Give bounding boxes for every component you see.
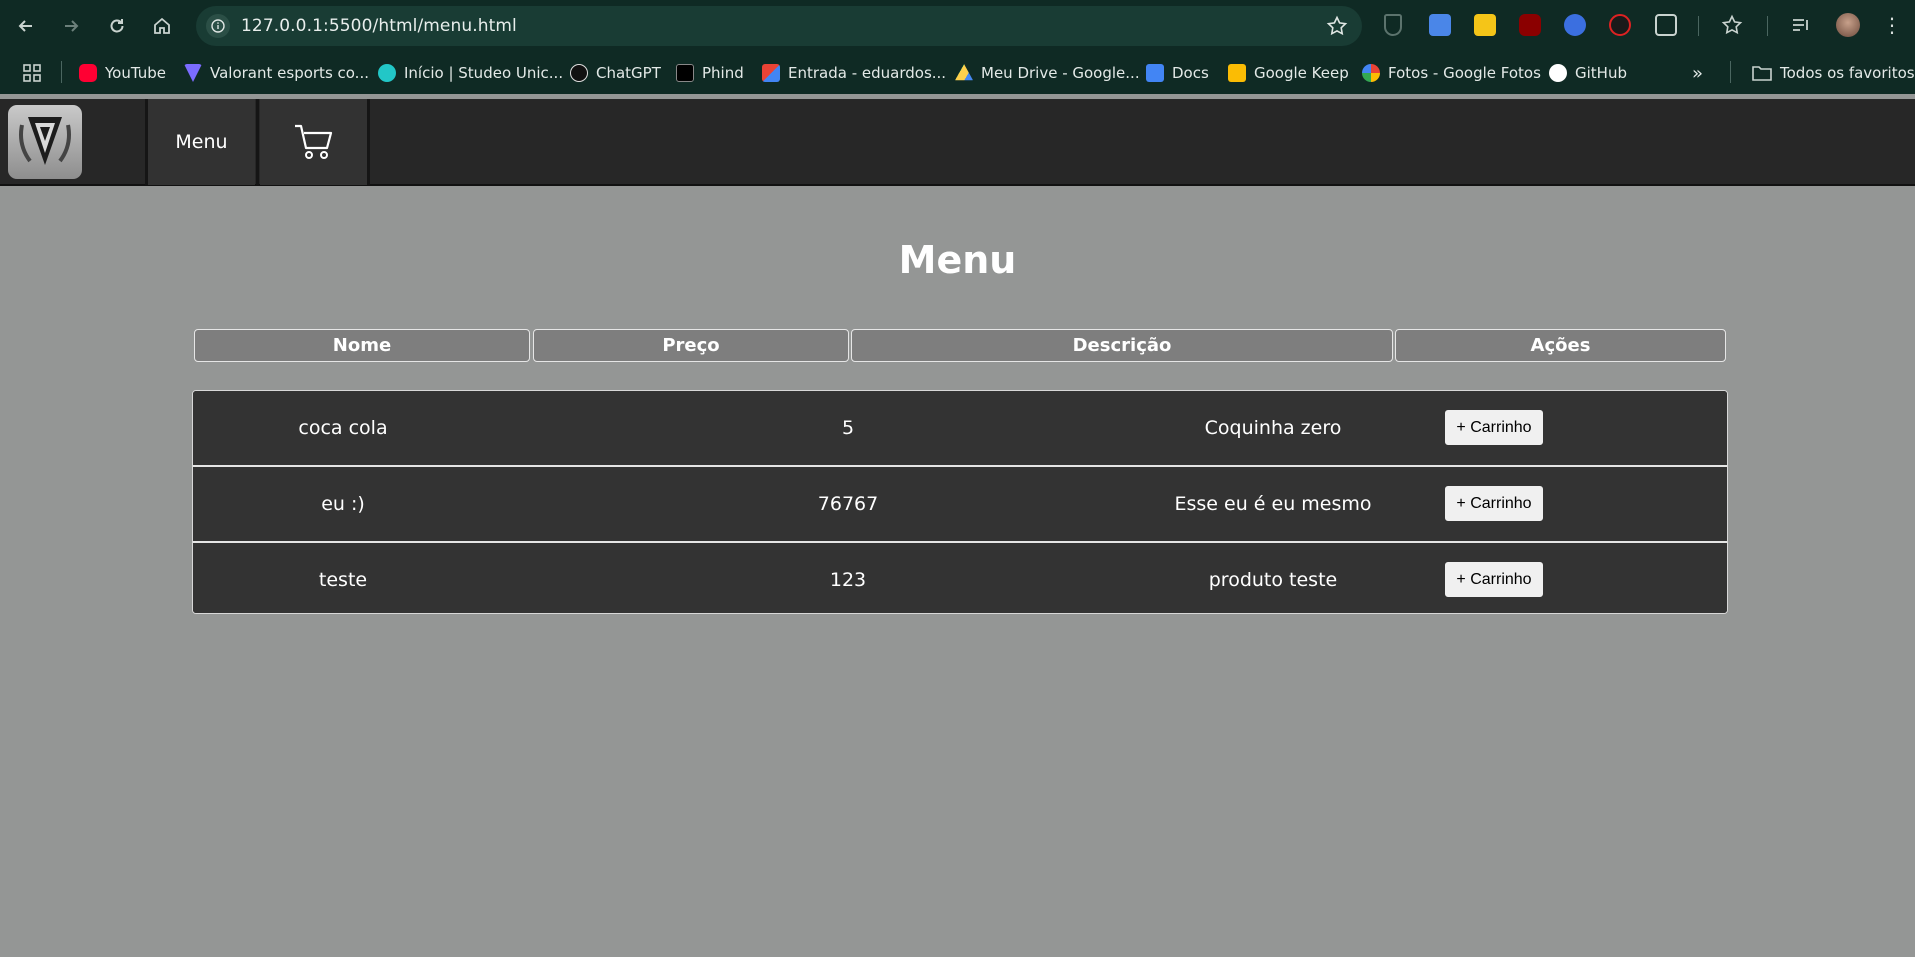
cell-descricao-text: produto teste [1208,569,1338,591]
cell-preco: 5 [841,417,855,439]
bookmark-google-photos[interactable]: Fotos - Google Fotos [1362,62,1541,84]
bookmarks-divider [1730,61,1731,83]
folder-icon [1752,66,1772,81]
bookmark-label: Google Keep [1254,64,1349,82]
bookmark-google-drive[interactable]: Meu Drive - Google... [955,62,1140,84]
table-row: teste 123 produto teste + Carrinho [193,543,1727,613]
apps-grid-icon[interactable] [22,62,42,84]
column-header-descricao: Descrição [851,329,1393,362]
url-text[interactable]: 127.0.0.1:5500/html/menu.html [241,16,517,36]
more-bookmarks-chevron-icon[interactable]: » [1692,62,1703,84]
toolbar-divider [1698,16,1699,36]
bookmark-google-keep[interactable]: Google Keep [1228,62,1349,84]
google-translate-icon[interactable] [1429,14,1451,36]
cell-preco: 76767 [817,493,879,515]
bookmark-github[interactable]: GitHub [1549,62,1627,84]
bookmark-label: Docs [1172,64,1209,82]
bookmark-star-icon[interactable] [1326,15,1348,37]
site-header: Menu [0,99,1915,186]
header-divider [256,99,259,185]
bookmark-label: Início | Studeo Unic... [404,64,564,82]
home-icon[interactable] [146,10,178,42]
site-info-icon[interactable] [206,14,230,38]
bookmark-phind[interactable]: Phind [676,62,744,84]
docs-extension-icon[interactable] [1564,14,1586,36]
acrobat-extension-icon[interactable] [1609,14,1631,36]
all-bookmarks-label: Todos os favoritos [1780,64,1915,82]
add-to-cart-button[interactable]: + Carrinho [1444,485,1544,522]
keep-extension-icon[interactable] [1474,14,1496,36]
cell-preco: 123 [829,569,867,591]
google-drive-icon [955,64,973,81]
bookmarks-bar: YouTube Valorant esports co... Início | … [0,52,1915,94]
address-bar[interactable]: 127.0.0.1:5500/html/menu.html [196,6,1362,46]
shield-extension-icon[interactable] [1384,14,1402,36]
cell-nome: coca cola [298,417,388,439]
youtube-icon [79,64,97,82]
browser-toolbar: 127.0.0.1:5500/html/menu.html ⋮ [0,0,1915,52]
toolbar-divider [1767,16,1768,36]
column-header-acoes: Ações [1395,329,1726,362]
shopping-cart-icon [294,124,332,159]
bookmark-label: YouTube [105,64,166,82]
cell-descricao-text: Coquinha zero [1204,417,1342,439]
cell-nome: teste [318,569,368,591]
more-menu-icon[interactable]: ⋮ [1882,12,1902,38]
ublock-origin-icon[interactable] [1519,14,1541,36]
bookmark-gmail[interactable]: Entrada - eduardos... [762,62,946,84]
bookmark-docs[interactable]: Docs [1146,62,1209,84]
menu-table-body: coca cola 5 Coquinha zero + Carrinho eu … [192,390,1728,614]
gmail-icon [762,64,780,82]
studeo-icon [378,64,396,82]
bookmark-label: Meu Drive - Google... [981,64,1140,82]
favorites-star-icon[interactable] [1721,14,1743,36]
bookmarks-divider [61,61,62,83]
cell-descricao: Coquinha zero [1073,391,1653,465]
page-title: Menu [898,238,1017,282]
back-icon[interactable] [10,10,42,42]
github-icon [1549,64,1567,82]
phind-icon [676,64,694,82]
column-header-preco: Preço [533,329,849,362]
bookmark-chatgpt[interactable]: ChatGPT [570,62,661,84]
bookmark-label: Entrada - eduardos... [788,64,947,82]
bookmark-label: Fotos - Google Fotos [1388,64,1541,82]
add-to-cart-button[interactable]: + Carrinho [1444,561,1544,598]
header-divider [367,99,370,185]
google-docs-icon [1146,64,1164,82]
extensions-puzzle-icon[interactable] [1655,14,1677,36]
nav-menu-link[interactable]: Menu [148,99,255,185]
bookmark-label: ChatGPT [596,64,661,82]
cell-nome: eu :) [321,493,365,515]
table-row: eu :) 76767 Esse eu é eu mesmo + Carrinh… [193,467,1727,541]
profile-avatar[interactable] [1836,13,1860,37]
table-row: coca cola 5 Coquinha zero + Carrinho [193,391,1727,465]
cell-descricao-text: Esse eu é eu mesmo [1174,493,1372,515]
chatgpt-icon [570,64,588,82]
reload-icon[interactable] [101,10,133,42]
valorant-logo-icon[interactable] [8,105,82,179]
cell-descricao: produto teste [1073,543,1653,613]
all-bookmarks-folder[interactable]: Todos os favoritos [1752,62,1915,84]
forward-icon[interactable] [55,10,87,42]
add-to-cart-button[interactable]: + Carrinho [1444,409,1544,446]
valorant-icon [184,64,202,82]
nav-cart-link[interactable] [260,99,367,185]
reading-list-icon[interactable] [1790,14,1812,36]
bookmark-valorant[interactable]: Valorant esports co... [184,62,369,84]
google-photos-icon [1362,64,1380,82]
bookmark-youtube[interactable]: YouTube [79,62,166,84]
cell-descricao: Esse eu é eu mesmo [1073,467,1653,541]
bookmark-label: Valorant esports co... [210,64,369,82]
column-header-nome: Nome [194,329,530,362]
bookmark-studeo[interactable]: Início | Studeo Unic... [378,62,563,84]
bookmark-label: GitHub [1575,64,1627,82]
google-keep-icon [1228,64,1246,82]
bookmark-label: Phind [702,64,744,82]
